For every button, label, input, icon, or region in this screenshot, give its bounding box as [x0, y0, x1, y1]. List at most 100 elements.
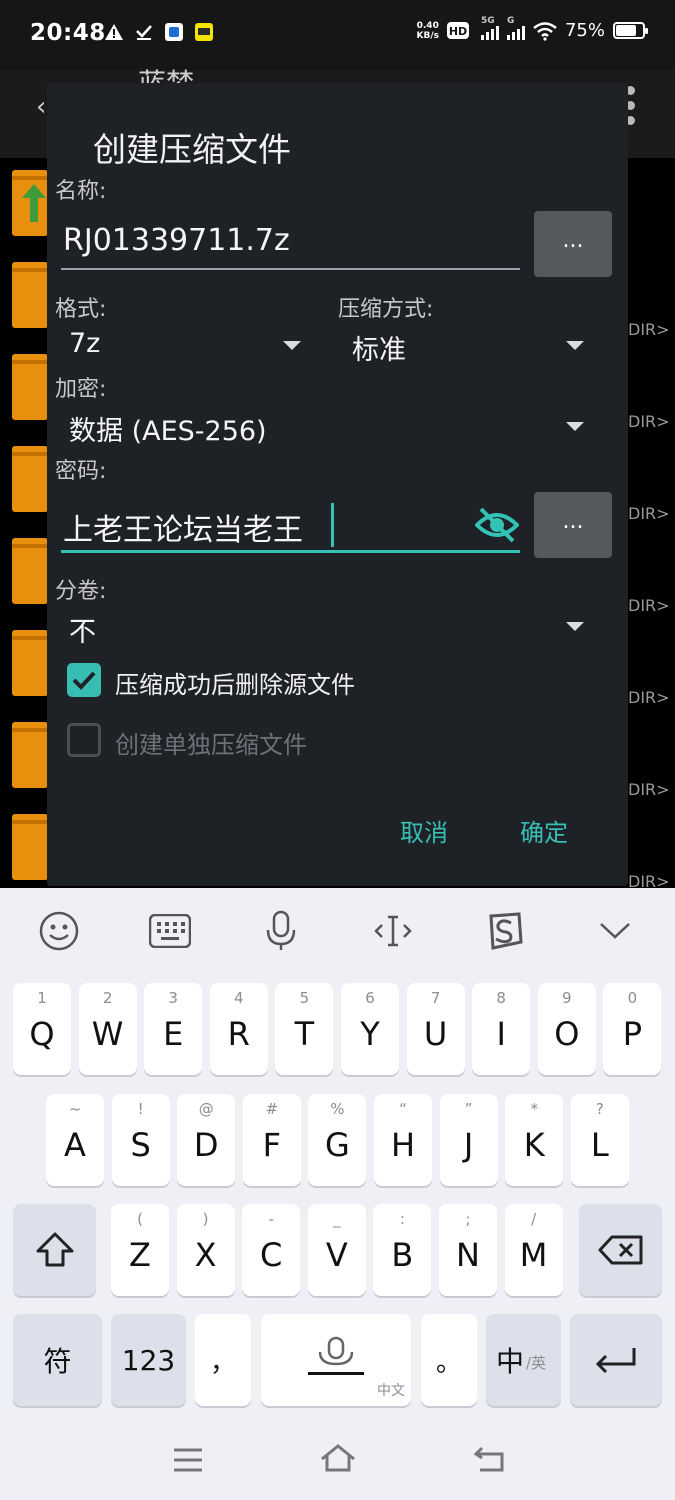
- checkmark-icon: [72, 671, 96, 690]
- separate-archive-checkbox[interactable]: [67, 723, 101, 757]
- browse-password-button[interactable]: ...: [534, 492, 612, 558]
- key-hint: #: [265, 1100, 279, 1118]
- password-input[interactable]: 上老王论坛当老王: [63, 505, 303, 549]
- key-label: Q: [29, 1015, 55, 1053]
- home-nav-icon[interactable]: [318, 1443, 358, 1473]
- key-label: Y: [360, 1015, 380, 1053]
- key-v[interactable]: _ V: [307, 1204, 366, 1296]
- folder-up-icon: [12, 170, 48, 236]
- enter-key[interactable]: [570, 1314, 662, 1406]
- language-switch-key[interactable]: 中 /英: [486, 1314, 561, 1406]
- key-r[interactable]: 4R: [209, 983, 268, 1075]
- dir-label: DIR>: [628, 688, 670, 707]
- key-t[interactable]: 5T: [275, 983, 334, 1075]
- key-h[interactable]: “H: [374, 1094, 432, 1186]
- key-label: S: [130, 1126, 151, 1164]
- browse-name-button[interactable]: ...: [534, 211, 612, 277]
- key-e[interactable]: 3E: [144, 983, 203, 1075]
- cursor-move-icon[interactable]: [370, 908, 416, 954]
- key-y[interactable]: 6Y: [341, 983, 399, 1075]
- comma-key[interactable]: ，: [195, 1314, 251, 1406]
- compression-select[interactable]: 标准: [352, 328, 406, 367]
- key-s[interactable]: ! S: [111, 1094, 170, 1186]
- dir-label: DIR>: [628, 412, 670, 431]
- space-key[interactable]: 中文: [261, 1314, 411, 1406]
- key-hint: 7: [430, 989, 441, 1007]
- sogou-logo-icon[interactable]: [481, 908, 527, 954]
- key-a[interactable]: ~ A: [46, 1094, 104, 1186]
- key-hint: ~: [68, 1100, 82, 1118]
- key-label: I: [496, 1015, 506, 1053]
- dir-label: DIR>: [628, 320, 670, 339]
- key-g[interactable]: % G: [308, 1094, 367, 1186]
- split-label: 分卷:: [55, 579, 107, 604]
- delete-source-label[interactable]: 压缩成功后删除源文件: [115, 665, 355, 700]
- soft-keyboard: 1Q2W3E4R5T6Y7U8I9O0P ~ A! S @ D # F% G “H” J * K? L …: [0, 888, 675, 1500]
- cancel-button[interactable]: 取消: [400, 813, 448, 848]
- compression-dropdown-icon[interactable]: [566, 341, 584, 350]
- split-dropdown-icon[interactable]: [566, 622, 584, 631]
- key-o[interactable]: 9O: [537, 983, 596, 1075]
- key-f[interactable]: # F: [242, 1094, 301, 1186]
- key-label: B: [391, 1236, 414, 1274]
- split-select[interactable]: 不: [69, 610, 96, 649]
- key-k[interactable]: * K: [505, 1094, 564, 1186]
- key-m[interactable]: / M: [504, 1204, 563, 1296]
- collapse-keyboard-icon[interactable]: [592, 908, 638, 954]
- separate-archive-label[interactable]: 创建单独压缩文件: [115, 725, 307, 760]
- key-c[interactable]: -C: [242, 1204, 301, 1296]
- key-j[interactable]: ” J: [439, 1094, 498, 1186]
- ok-button[interactable]: 确定: [520, 813, 568, 848]
- archive-name-underline: [61, 268, 520, 270]
- key-x[interactable]: ) X: [176, 1204, 235, 1296]
- key-hint: /: [531, 1210, 537, 1228]
- key-d[interactable]: @ D: [177, 1094, 236, 1186]
- folder-icon: [12, 814, 48, 880]
- key-hint: 9: [562, 989, 572, 1007]
- shift-icon: [36, 1232, 73, 1267]
- symbols-key[interactable]: 符: [13, 1314, 102, 1406]
- format-dropdown-icon[interactable]: [283, 341, 301, 350]
- format-select[interactable]: 7z: [69, 328, 100, 359]
- key-z[interactable]: (Z: [111, 1204, 169, 1296]
- more-options-icon: [626, 86, 640, 131]
- key-label: T: [294, 1015, 315, 1053]
- key-hint: !: [137, 1100, 144, 1118]
- key-label: X: [194, 1236, 217, 1274]
- key-hint: -: [268, 1210, 274, 1228]
- key-hint: :: [399, 1210, 405, 1228]
- folder-icon: [12, 354, 48, 420]
- text-cursor: [331, 503, 334, 547]
- key-q[interactable]: 1Q: [13, 983, 71, 1075]
- emoji-icon[interactable]: [36, 908, 82, 954]
- keyboard-layout-icon[interactable]: [147, 908, 193, 954]
- key-i[interactable]: 8I: [472, 983, 531, 1075]
- encryption-dropdown-icon[interactable]: [566, 422, 584, 431]
- menu-nav-icon[interactable]: [172, 1447, 204, 1473]
- numbers-key[interactable]: 123: [111, 1314, 186, 1406]
- key-p[interactable]: 0P: [603, 983, 662, 1075]
- download-done-icon: [136, 25, 152, 40]
- key-u[interactable]: 7U: [406, 983, 465, 1075]
- key-n[interactable]: ; N: [439, 1204, 497, 1296]
- space-label: 中文: [377, 1383, 405, 1399]
- key-label: W: [91, 1015, 124, 1053]
- signal-5g-icon: 5G: [480, 16, 499, 40]
- key-b[interactable]: :B: [373, 1204, 432, 1296]
- delete-source-checkbox[interactable]: [67, 663, 101, 697]
- key-label: O: [554, 1015, 580, 1053]
- backspace-key[interactable]: [579, 1204, 662, 1296]
- shift-key[interactable]: [13, 1204, 96, 1296]
- visibility-off-icon[interactable]: [475, 507, 519, 543]
- key-hint: “: [399, 1100, 407, 1118]
- key-w[interactable]: 2W: [78, 983, 137, 1075]
- key-l[interactable]: ? L: [570, 1094, 629, 1186]
- clock: 20:48: [30, 20, 106, 46]
- period-key[interactable]: 。: [421, 1314, 477, 1406]
- encryption-select[interactable]: 数据 (AES-256): [69, 409, 267, 448]
- create-archive-dialog: 创建压缩文件 名称: RJ01339711.7z ... 格式: 7z 压缩方式…: [47, 83, 628, 886]
- archive-name-input[interactable]: RJ01339711.7z: [63, 223, 290, 258]
- key-hint: 8: [496, 989, 506, 1007]
- microphone-icon[interactable]: [258, 908, 304, 954]
- back-nav-icon[interactable]: [472, 1444, 506, 1474]
